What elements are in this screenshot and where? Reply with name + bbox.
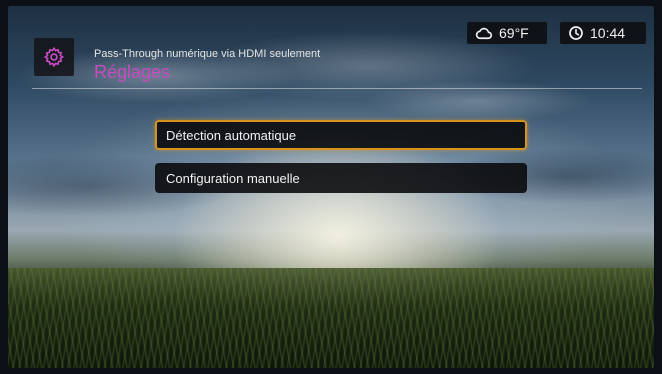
cloud-icon	[475, 27, 493, 40]
page-title: Réglages	[94, 62, 171, 82]
menu-item-auto-detection[interactable]: Détection automatique	[155, 120, 527, 150]
settings-header-icon	[34, 38, 74, 76]
header-divider	[32, 88, 642, 89]
temperature-text: 69°F	[499, 25, 529, 41]
header-subtitle: Pass-Through numérique via HDMI seulemen…	[94, 48, 321, 60]
menu-item-label: Détection automatique	[166, 127, 297, 143]
time-text: 10:44	[590, 25, 626, 41]
clock-icon	[569, 26, 583, 40]
clock-widget: 10:44	[560, 22, 646, 44]
menu-item-label: Configuration manuelle	[166, 170, 300, 186]
menu-item-manual-configuration[interactable]: Configuration manuelle	[155, 163, 527, 193]
weather-widget: 69°F	[467, 22, 547, 44]
grass-background	[8, 268, 654, 368]
gear-icon	[43, 46, 65, 68]
